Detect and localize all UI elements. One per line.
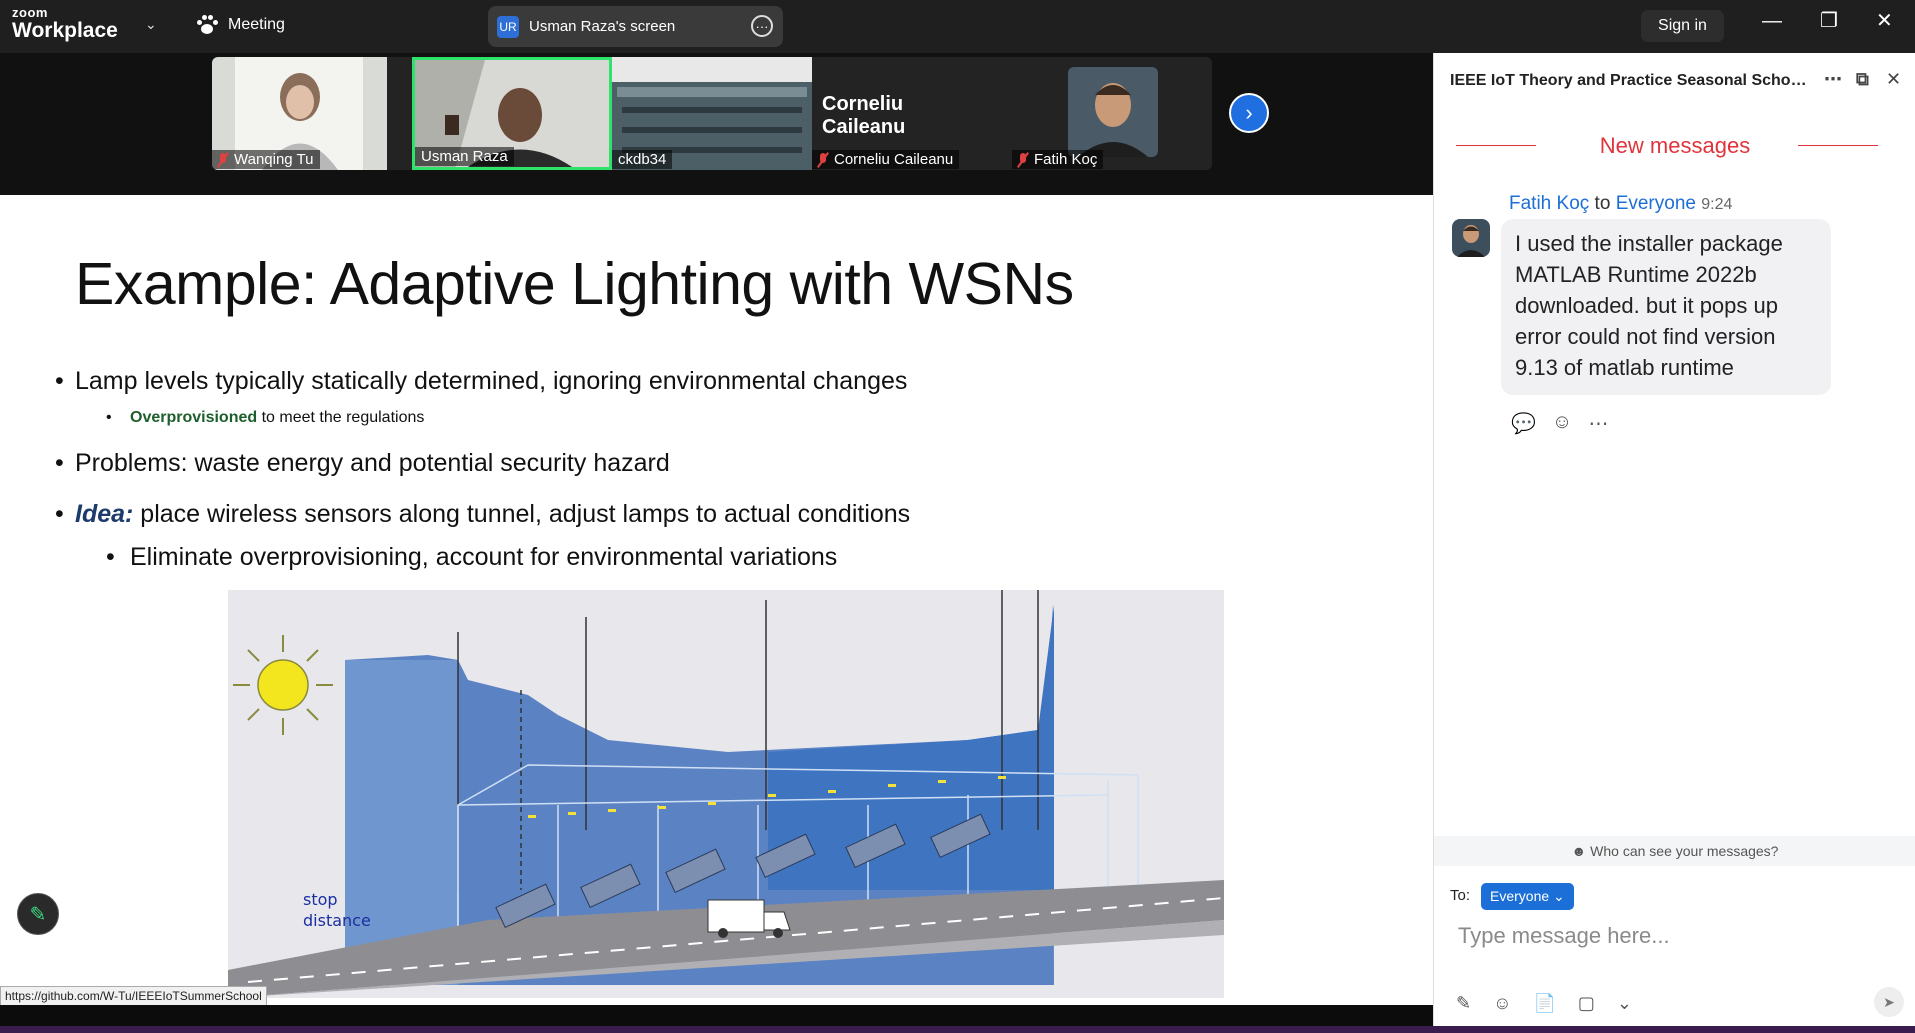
slide-bullet: • Problems: waste energy and potential s… bbox=[55, 449, 670, 477]
chat-header: IEEE IoT Theory and Practice Seasonal Sc… bbox=[1434, 53, 1915, 109]
more-options-icon[interactable]: ··· bbox=[751, 15, 773, 37]
title-bar: zoom Workplace ⌄ Meeting UR Usman Raza's… bbox=[0, 0, 1915, 53]
minimize-icon[interactable]: — bbox=[1762, 11, 1782, 31]
restore-icon[interactable]: ❐ bbox=[1820, 11, 1838, 31]
participant-tile[interactable]: ckdb34 bbox=[612, 57, 812, 170]
file-icon[interactable]: 📄 bbox=[1533, 993, 1555, 1014]
muted-mic-icon bbox=[1018, 152, 1028, 167]
message-actions: 💬 ☺ ⋯ bbox=[1511, 411, 1608, 436]
slide-sub-bullet: • Eliminate overprovisioning, account fo… bbox=[106, 543, 838, 571]
tunnel-diagram: stop distance bbox=[228, 590, 1225, 998]
zoom-workplace-logo[interactable]: zoom Workplace bbox=[12, 6, 118, 41]
logo-workplace-text: Workplace bbox=[12, 19, 118, 42]
shared-screen-pill[interactable]: UR Usman Raza's screen ··· bbox=[488, 6, 783, 47]
person-icon: ☻ bbox=[1571, 843, 1587, 859]
chevron-down-icon[interactable]: ⌄ bbox=[1617, 993, 1632, 1014]
zoom-window: zoom Workplace ⌄ Meeting UR Usman Raza's… bbox=[0, 0, 1915, 1033]
emoji-reaction-icon[interactable]: ☺ bbox=[1552, 411, 1572, 436]
message-input[interactable]: Type message here... bbox=[1458, 923, 1670, 949]
bullet-dot: • bbox=[55, 367, 64, 395]
divider bbox=[1798, 145, 1878, 146]
recipient-dropdown[interactable]: Everyone ⌄ bbox=[1481, 883, 1574, 910]
format-text-icon[interactable]: ✎ bbox=[1456, 993, 1471, 1014]
more-icon[interactable]: ⋯ bbox=[1588, 411, 1608, 436]
participant-gallery: Wanqing Tu Usman Raza ckdb34 Corneliu Ca… bbox=[212, 57, 1212, 170]
chevron-down-icon[interactable]: ⌄ bbox=[145, 16, 157, 33]
chevron-down-icon: ⌄ bbox=[1553, 888, 1565, 904]
svg-text:stop: stop bbox=[303, 890, 338, 909]
participant-name: Corneliu Caileanu bbox=[812, 150, 960, 169]
meeting-menu[interactable]: Meeting bbox=[196, 15, 285, 35]
annotate-pencil-icon[interactable]: ✎ bbox=[17, 893, 59, 935]
new-messages-divider: New messages bbox=[1599, 133, 1751, 158]
participant-tile-active[interactable]: Usman Raza bbox=[412, 57, 612, 170]
compose-toolbar: ✎ ☺ 📄 ▢ ⌄ bbox=[1456, 993, 1632, 1014]
participant-tile[interactable]: Corneliu Caileanu Corneliu Caileanu bbox=[812, 57, 977, 170]
slide-sub-bullet: • Overprovisioned to meet the regulation… bbox=[106, 409, 425, 426]
participant-name: Fatih Koç bbox=[1012, 150, 1104, 169]
sign-in-button[interactable]: Sign in bbox=[1641, 10, 1724, 42]
sun-icon bbox=[233, 635, 333, 735]
muted-mic-icon bbox=[818, 152, 828, 167]
close-chat-icon[interactable]: ✕ bbox=[1886, 69, 1901, 90]
message-recipient: Everyone bbox=[1615, 193, 1696, 214]
presenter-avatar: UR bbox=[497, 15, 519, 38]
participant-tile[interactable]: Wanqing Tu bbox=[212, 57, 387, 170]
bullet-dot: • bbox=[55, 500, 64, 528]
to-label: To: bbox=[1450, 887, 1471, 904]
status-url-tooltip: https://github.com/W-Tu/IEEEIoTSummerSch… bbox=[0, 986, 267, 1006]
send-icon[interactable]: ➤ bbox=[1874, 987, 1904, 1017]
participant-name: Wanqing Tu bbox=[212, 150, 320, 169]
avatar[interactable] bbox=[1452, 219, 1490, 257]
bullet-dot: • bbox=[55, 449, 64, 477]
logo-zoom-text: zoom bbox=[12, 5, 48, 20]
shared-screen-label: Usman Raza's screen bbox=[529, 18, 676, 35]
message-bubble: I used the installer package MATLAB Runt… bbox=[1501, 219, 1831, 395]
message-sender[interactable]: Fatih Koç bbox=[1509, 193, 1589, 214]
screenshot-icon[interactable]: ▢ bbox=[1578, 993, 1595, 1014]
shared-slide: Example: Adaptive Lighting with WSNs • L… bbox=[0, 195, 1433, 1005]
taskbar bbox=[0, 1026, 1915, 1033]
chat-title: IEEE IoT Theory and Practice Seasonal Sc… bbox=[1450, 72, 1810, 89]
reply-icon[interactable]: 💬 bbox=[1511, 411, 1536, 436]
meeting-label: Meeting bbox=[228, 16, 285, 33]
message-time: 9:24 bbox=[1701, 196, 1733, 213]
slide-bullet: • Idea: place wireless sensors along tun… bbox=[55, 500, 911, 528]
svg-text:distance: distance bbox=[303, 911, 371, 930]
tunnel-illustration: stop distance bbox=[228, 590, 1225, 998]
emoji-icon[interactable]: ☺ bbox=[1493, 993, 1511, 1014]
slide-title: Example: Adaptive Lighting with WSNs bbox=[75, 251, 1074, 317]
bullet-dot: • bbox=[106, 543, 115, 571]
close-icon[interactable]: ✕ bbox=[1876, 11, 1893, 31]
slide-bullet: • Lamp levels typically statically deter… bbox=[55, 367, 908, 395]
bullet-dot: • bbox=[106, 409, 112, 426]
who-can-see-link[interactable]: ☻ Who can see your messages? bbox=[1434, 836, 1915, 866]
participant-big-name: Corneliu Caileanu bbox=[822, 93, 906, 138]
muted-mic-icon bbox=[218, 152, 228, 167]
participant-tile[interactable]: Fatih Koç bbox=[1012, 57, 1212, 170]
chat-panel: IEEE IoT Theory and Practice Seasonal Sc… bbox=[1433, 53, 1915, 1026]
paw-icon bbox=[196, 15, 218, 35]
next-page-arrow-icon[interactable]: › bbox=[1229, 93, 1269, 133]
video-strip: Wanqing Tu Usman Raza ckdb34 Corneliu Ca… bbox=[0, 53, 1433, 195]
participant-name: ckdb34 bbox=[612, 150, 673, 169]
message-header: Fatih Koç to Everyone 9:24 bbox=[1509, 193, 1733, 214]
more-icon[interactable]: ⋯ bbox=[1824, 69, 1842, 90]
participant-name: Usman Raza bbox=[415, 147, 514, 166]
pop-out-icon[interactable]: ⧉ bbox=[1856, 69, 1869, 90]
